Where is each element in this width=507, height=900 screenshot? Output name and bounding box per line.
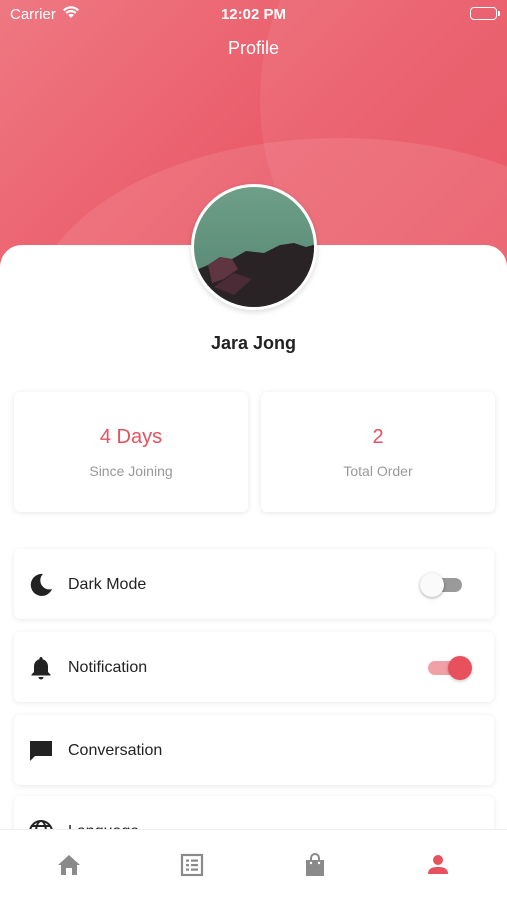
avatar[interactable] — [191, 184, 317, 310]
nav-home-icon[interactable] — [56, 852, 82, 878]
setting-row-dark-mode[interactable]: Dark Mode — [14, 549, 494, 619]
setting-row-conversation[interactable]: Conversation — [14, 715, 494, 785]
notification-toggle[interactable] — [424, 656, 472, 680]
bell-icon — [28, 655, 54, 681]
stat-label: Since Joining — [89, 463, 173, 479]
status-time: 12:02 PM — [220, 6, 287, 23]
dark-mode-toggle[interactable] — [420, 573, 468, 597]
setting-row-notification[interactable]: Notification — [14, 632, 494, 702]
user-name: Jara Jong — [210, 333, 297, 353]
page-title: Profile — [227, 38, 280, 58]
setting-label: Notification — [68, 659, 148, 676]
nav-person-icon[interactable] — [425, 852, 451, 878]
chat-icon — [28, 738, 54, 764]
stat-card-since-joining: 4 Days Since Joining — [14, 392, 248, 512]
stat-label: Total Order — [343, 463, 413, 479]
nav-shopping-bag-icon[interactable] — [302, 852, 328, 878]
battery-icon — [470, 7, 500, 20]
toggle-knob — [448, 656, 472, 680]
stat-card-total-order[interactable]: 2 Total Order — [261, 392, 495, 512]
setting-label: Dark Mode — [68, 576, 147, 593]
nav-list-icon[interactable] — [179, 852, 205, 878]
toggle-knob — [420, 573, 444, 597]
stat-value: 4 Days — [99, 426, 163, 448]
stat-value: 2 — [372, 426, 384, 448]
bottom-navigation — [0, 829, 507, 900]
moon-icon — [28, 572, 54, 598]
setting-label: Conversation — [68, 742, 163, 759]
status-bar: Carrier 12:02 PM — [0, 0, 507, 30]
